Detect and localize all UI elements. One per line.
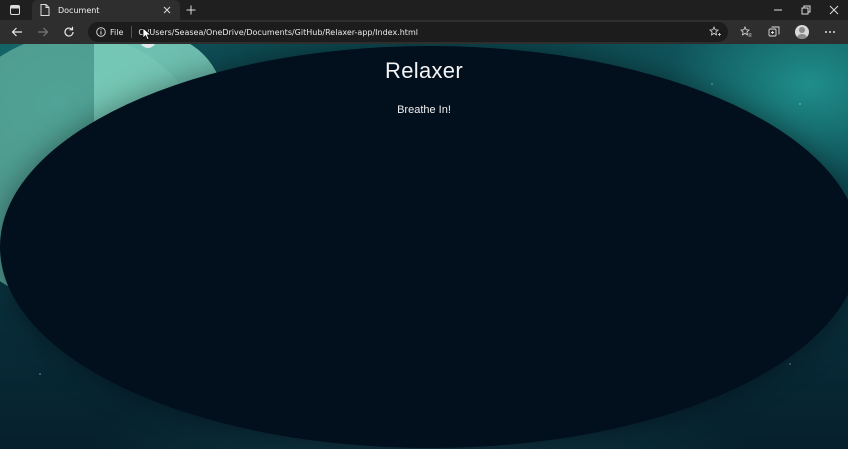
profile-button[interactable]: [788, 21, 816, 43]
browser-toolbar: File C:/Users/Seasea/OneDrive/Documents/…: [0, 20, 848, 44]
site-info-label: File: [110, 27, 124, 37]
back-button[interactable]: [4, 21, 30, 43]
page-viewport: Relaxer Breathe In!: [0, 44, 848, 449]
refresh-button[interactable]: [56, 21, 82, 43]
tab-document[interactable]: Document: [32, 0, 180, 20]
forward-button[interactable]: [30, 21, 56, 43]
window-controls: [764, 0, 848, 20]
tab-actions-button[interactable]: [0, 0, 30, 20]
restore-button[interactable]: [792, 0, 820, 20]
tab-strip: Document: [0, 0, 848, 20]
site-info-button[interactable]: File: [96, 26, 133, 38]
restore-icon: [801, 5, 811, 15]
add-favorite-icon: [709, 26, 721, 36]
breath-instruction-text: Breathe In!: [397, 104, 451, 116]
minimize-button[interactable]: [764, 0, 792, 20]
close-window-button[interactable]: [820, 0, 848, 20]
mouse-cursor-icon: [142, 27, 152, 41]
close-icon[interactable]: [160, 3, 174, 17]
tab-actions-icon: [10, 5, 20, 15]
collections-button[interactable]: [760, 21, 788, 43]
close-window-icon: [829, 5, 839, 15]
toolbar-icons: [732, 21, 844, 43]
page-title: Relaxer: [385, 58, 463, 83]
collections-icon: [768, 26, 780, 37]
favorites-icon: [740, 26, 752, 37]
refresh-icon: [64, 26, 74, 37]
document-icon: [38, 3, 52, 17]
minimize-icon: [774, 9, 782, 11]
info-icon: [96, 27, 106, 37]
settings-menu-button[interactable]: [816, 21, 844, 43]
address-bar[interactable]: File C:/Users/Seasea/OneDrive/Documents/…: [88, 22, 728, 42]
avatar: [795, 25, 809, 39]
url-text[interactable]: C:/Users/Seasea/OneDrive/Documents/GitHu…: [138, 28, 418, 37]
tab-title: Document: [58, 5, 100, 15]
add-favorite-button[interactable]: [708, 25, 722, 39]
favorites-button[interactable]: [732, 21, 760, 43]
back-arrow-icon: [11, 27, 22, 37]
new-tab-button[interactable]: [180, 0, 202, 20]
plus-icon: [186, 5, 196, 15]
forward-arrow-icon: [38, 27, 49, 37]
more-icon: [825, 31, 835, 33]
